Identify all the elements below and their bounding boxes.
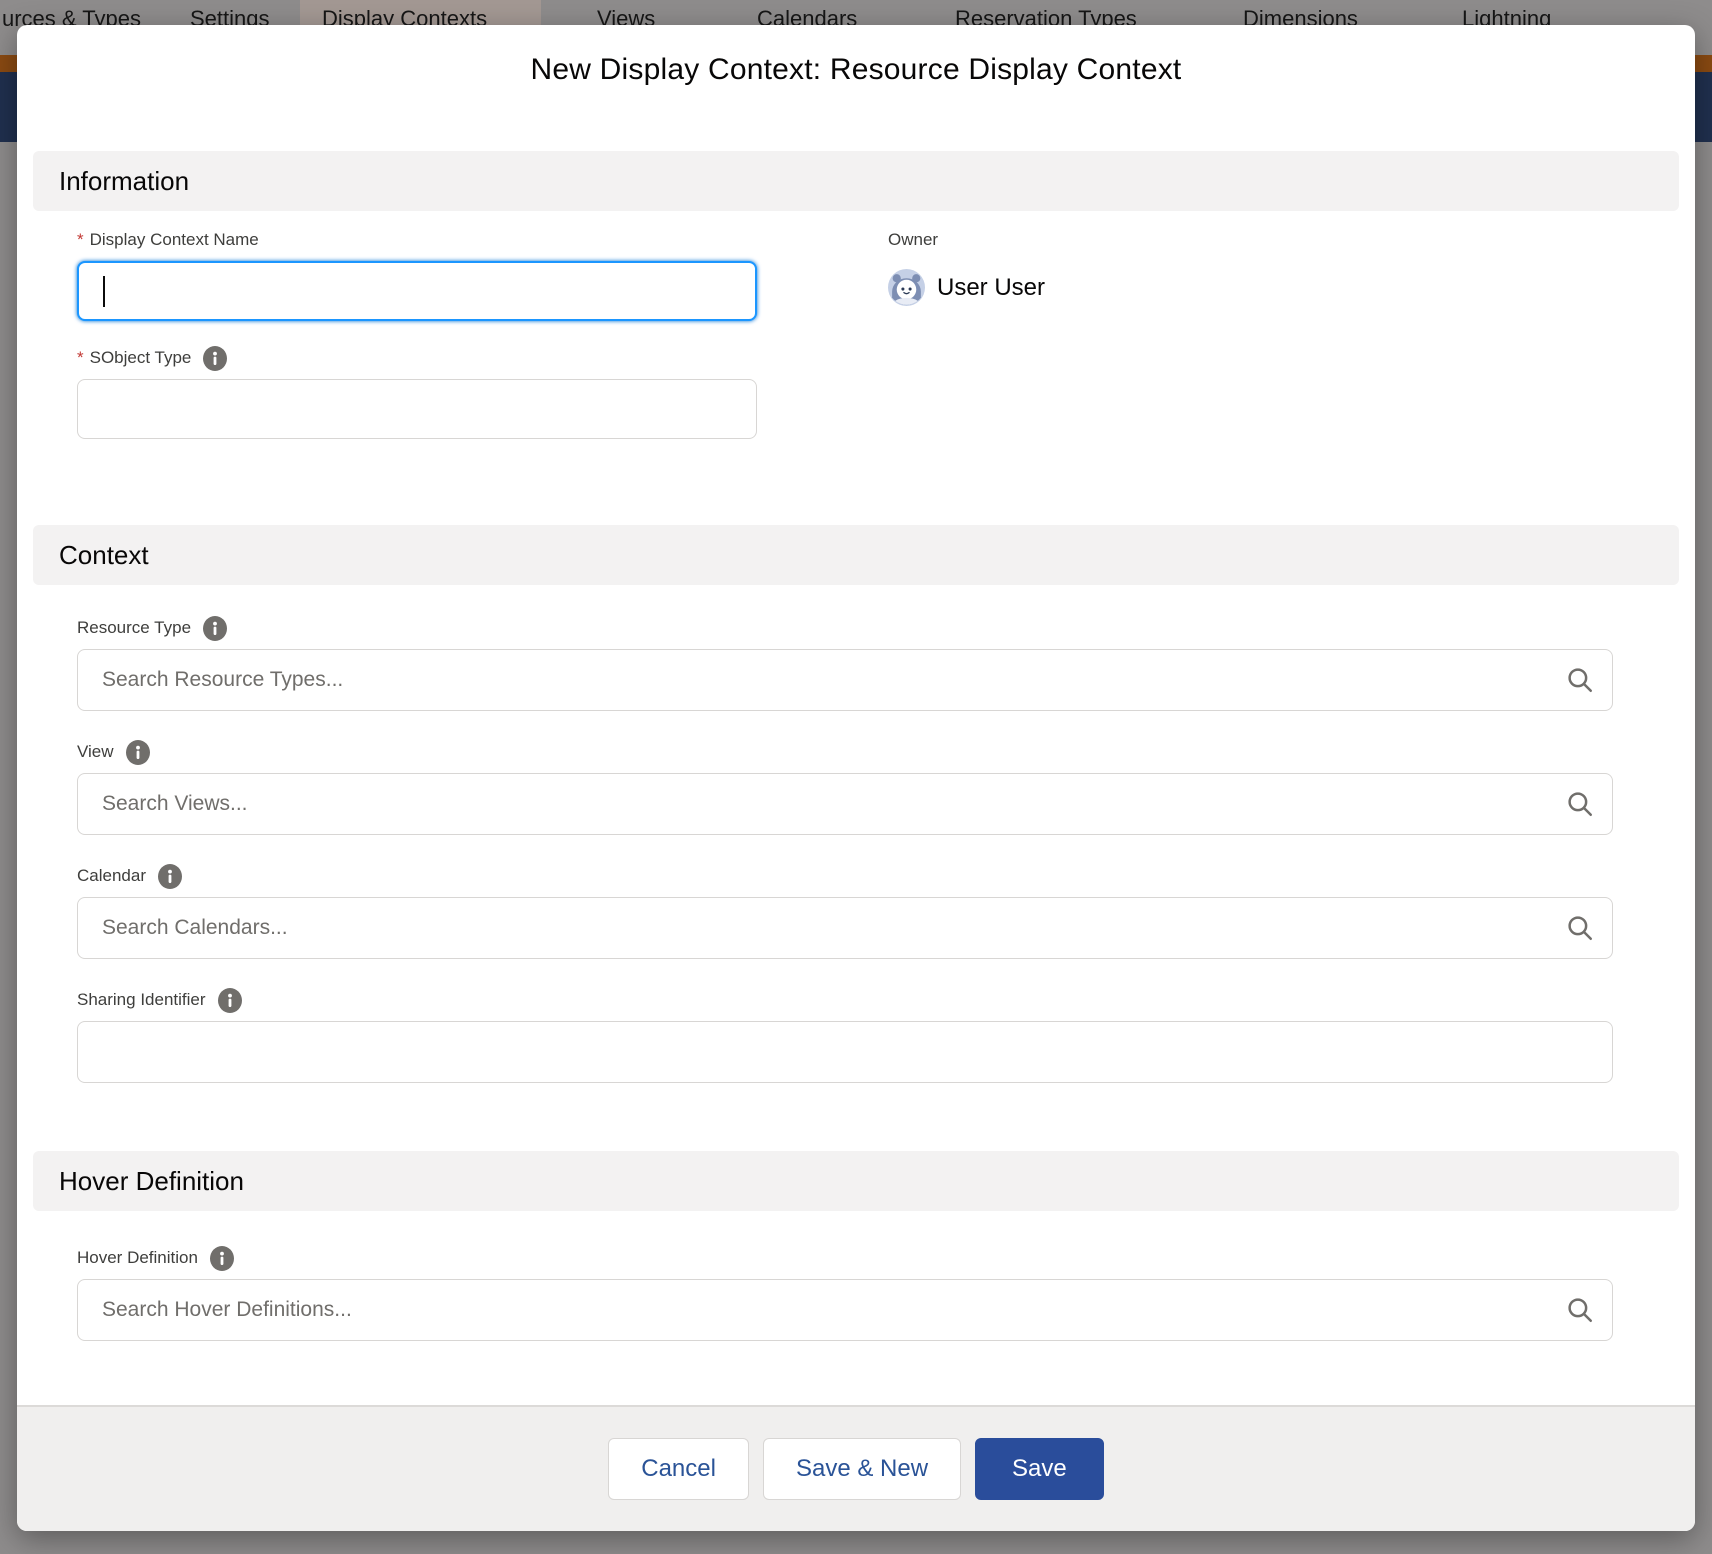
sobject-type-label: * SObject Type	[77, 345, 1613, 371]
new-display-context-modal: New Display Context: Resource Display Co…	[17, 25, 1695, 1531]
calendar-search-input[interactable]	[77, 897, 1613, 959]
search-icon	[1565, 913, 1595, 948]
calendar-label: Calendar	[77, 863, 1613, 889]
required-asterisk: *	[77, 227, 84, 253]
required-asterisk: *	[77, 345, 84, 371]
resource-type-label: Resource Type	[77, 615, 1613, 641]
section-header-information: Information	[33, 151, 1679, 211]
search-icon	[1565, 665, 1595, 700]
resource-type-search-input[interactable]	[77, 649, 1613, 711]
hover-definition-label: Hover Definition	[77, 1245, 1613, 1271]
info-icon[interactable]	[203, 616, 227, 641]
info-icon[interactable]	[126, 740, 150, 765]
sobject-type-input[interactable]	[77, 379, 757, 439]
info-icon[interactable]	[158, 864, 182, 889]
sharing-identifier-input[interactable]	[77, 1021, 1613, 1083]
info-icon[interactable]	[218, 988, 242, 1013]
search-icon	[1565, 1295, 1595, 1330]
avatar	[888, 269, 925, 306]
cancel-button[interactable]: Cancel	[608, 1438, 749, 1500]
section-header-hover-definition: Hover Definition	[33, 1151, 1679, 1211]
save-and-new-button[interactable]: Save & New	[763, 1438, 961, 1500]
modal-title: New Display Context: Resource Display Co…	[17, 53, 1695, 87]
info-icon[interactable]	[203, 346, 227, 371]
modal-footer: Cancel Save & New Save	[17, 1405, 1695, 1531]
info-icon[interactable]	[210, 1246, 234, 1271]
text-cursor	[103, 276, 105, 307]
save-button[interactable]: Save	[975, 1438, 1104, 1500]
display-context-name-label: * Display Context Name	[77, 227, 757, 253]
owner-label: Owner	[888, 227, 1045, 253]
section-header-context: Context	[33, 525, 1679, 585]
hover-definition-search-input[interactable]	[77, 1279, 1613, 1341]
sharing-identifier-label: Sharing Identifier	[77, 987, 1613, 1013]
modal-header: New Display Context: Resource Display Co…	[17, 25, 1695, 151]
view-label: View	[77, 739, 1613, 765]
display-context-name-input[interactable]	[77, 261, 757, 321]
owner-value: User User	[937, 274, 1045, 302]
view-search-input[interactable]	[77, 773, 1613, 835]
search-icon	[1565, 789, 1595, 824]
